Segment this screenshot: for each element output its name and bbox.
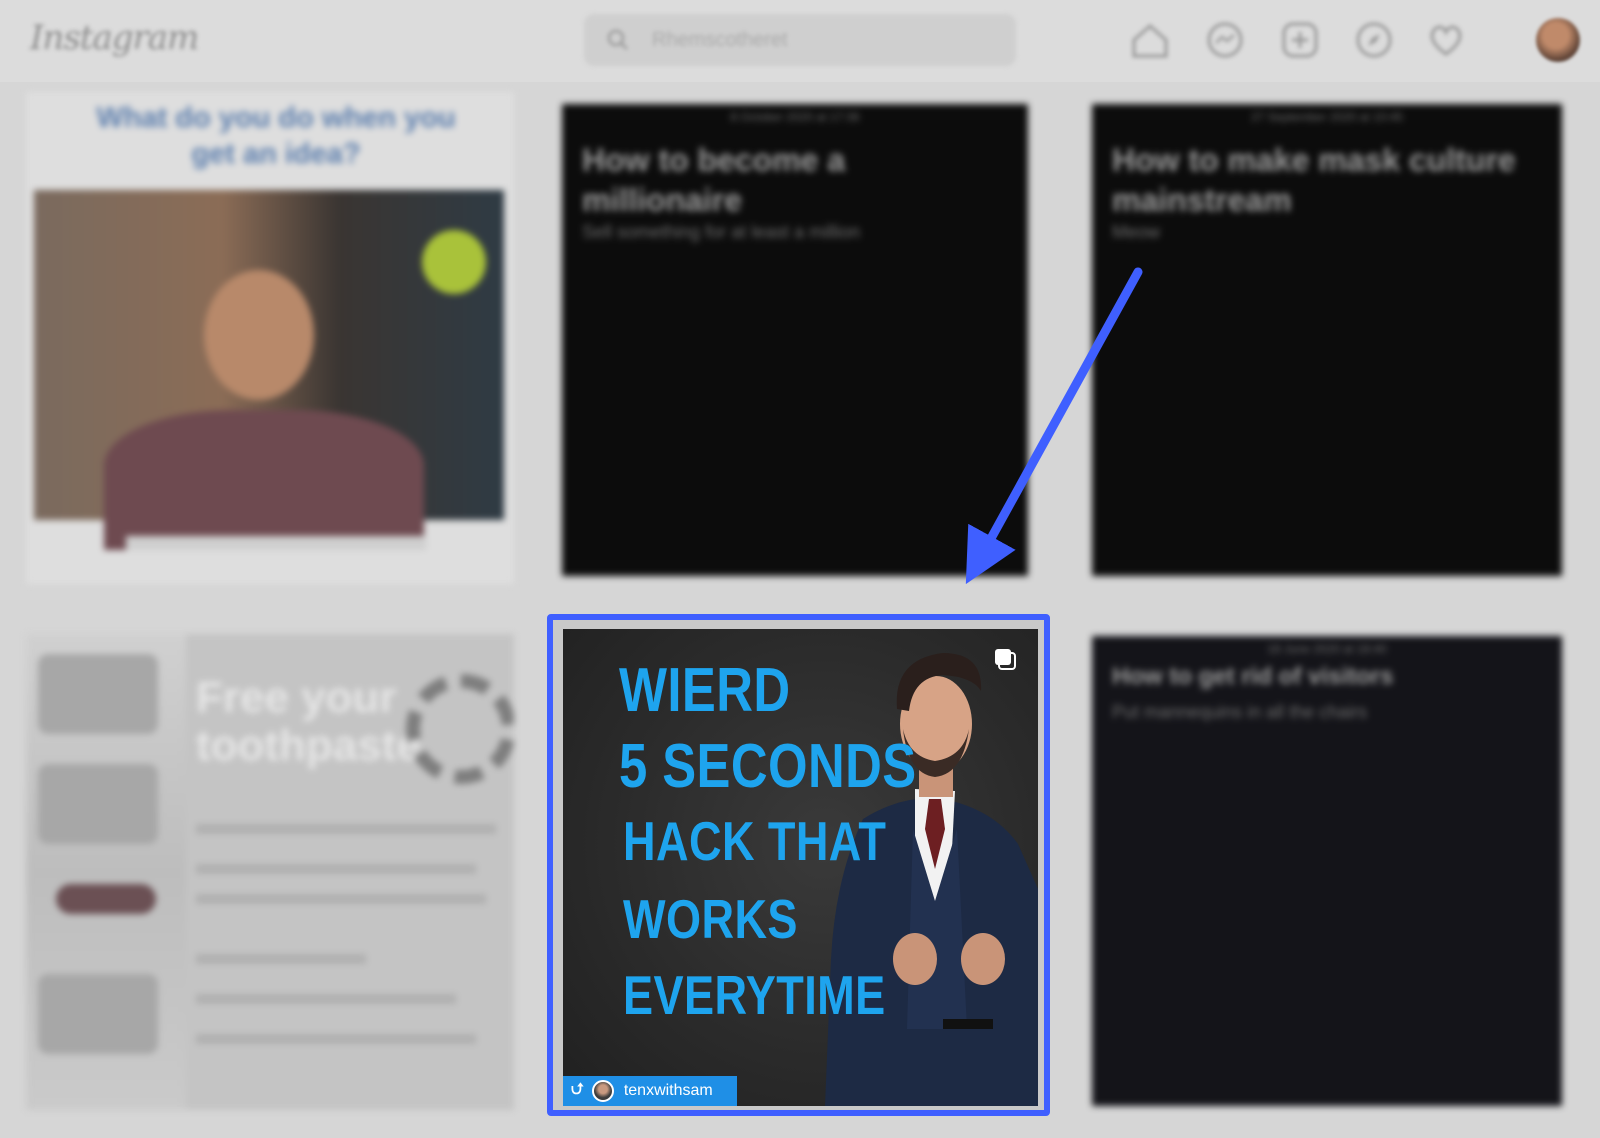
instagram-logo[interactable]: Instagram xyxy=(30,18,199,58)
highlighted-post[interactable]: WIERD 5 SECONDS HACK THAT WORKS EVERYTIM… xyxy=(563,629,1038,1106)
avatar xyxy=(591,1080,614,1102)
messenger-icon[interactable] xyxy=(1203,18,1247,62)
post-date: 18 June 2020 at 18:40 xyxy=(1267,642,1387,656)
post-text-line-1: WIERD xyxy=(619,656,791,725)
post-text-line-4: WORKS xyxy=(623,888,798,950)
home-icon[interactable] xyxy=(1128,18,1172,62)
post-text-line-3: HACK THAT xyxy=(623,810,887,872)
post-image xyxy=(34,190,504,550)
profile-avatar[interactable] xyxy=(1536,18,1580,62)
new-post-icon[interactable] xyxy=(1278,18,1322,62)
post-caption-placeholder xyxy=(126,536,426,550)
heart-icon[interactable] xyxy=(1424,18,1468,62)
post-subtitle: Meow xyxy=(1112,222,1161,242)
carousel-icon xyxy=(993,647,1017,671)
post-tile-visitors[interactable]: 18 June 2020 at 18:40 How to get rid of … xyxy=(1092,636,1562,1106)
post-tile-mask-culture[interactable]: 27 September 2020 at 10:45 How to make m… xyxy=(1092,104,1562,576)
gear-graphic xyxy=(406,674,514,784)
post-tile-millionaire[interactable]: 8 October 2020 at 17:36 How to become a … xyxy=(562,104,1028,576)
post-subtitle: Sell something for at least a million xyxy=(582,222,861,242)
top-navigation-bar: Instagram Rhemscotheret xyxy=(0,0,1600,82)
post-date: 8 October 2020 at 17:36 xyxy=(730,110,860,124)
search-input[interactable]: Rhemscotheret xyxy=(584,14,1016,66)
search-icon xyxy=(606,28,630,57)
post-tile-toothpaste[interactable]: Free your toothpaste xyxy=(26,634,514,1110)
post-subtitle: Put mannequins in all the chairs xyxy=(1112,702,1368,722)
post-title: How to get rid of visitors xyxy=(1112,663,1394,690)
post-tile-idea[interactable]: What do you do when you get an idea? xyxy=(26,92,514,584)
repost-attribution[interactable]: ⮍ tenxwithsam xyxy=(563,1076,737,1106)
explore-icon[interactable] xyxy=(1352,18,1396,62)
username: tenxwithsam xyxy=(623,1082,713,1099)
post-title: How to become a millionaire xyxy=(582,142,846,218)
post-title: How to make mask culture mainstream xyxy=(1112,142,1516,218)
post-image xyxy=(26,634,186,1110)
search-placeholder: Rhemscotheret xyxy=(652,29,788,51)
post-headline: What do you do when you get an idea? xyxy=(96,102,456,170)
post-date: 27 September 2020 at 10:45 xyxy=(1250,110,1404,124)
repost-icon: ⮍ xyxy=(571,1080,584,1098)
post-text-line-2: 5 SECONDS xyxy=(619,732,917,801)
post-text-line-5: EVERYTIME xyxy=(623,964,886,1026)
